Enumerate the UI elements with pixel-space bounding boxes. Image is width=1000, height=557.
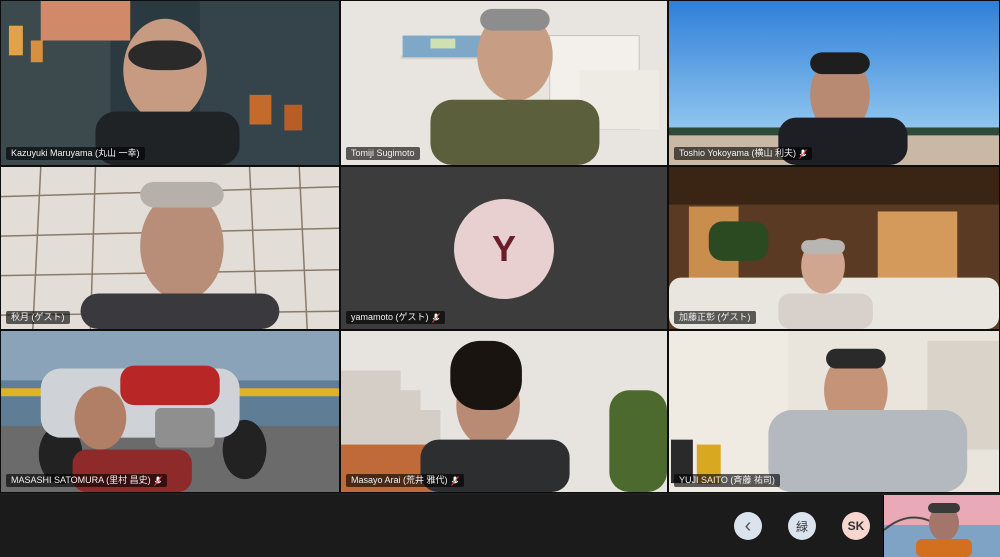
avatar-letter: Y: [491, 228, 516, 269]
participant-video: [669, 1, 999, 165]
back-button[interactable]: ‹: [734, 512, 762, 540]
participant-video: [1, 331, 339, 492]
avatar-initials: SK: [847, 519, 865, 533]
participant-name: Toshio Yokoyama (横山 利夫): [679, 148, 797, 158]
participant-tile[interactable]: YUJI SAITO (斉藤 祐司): [668, 330, 1000, 493]
participant-name: 加藤正彰 (ゲスト): [679, 312, 751, 322]
participant-video: [341, 331, 667, 492]
self-view-video[interactable]: [883, 495, 1000, 557]
participant-tile[interactable]: Kazuyuki Maruyama (丸山 一幸): [0, 0, 340, 166]
participant-avatar: Y: [454, 199, 554, 299]
participant-name: Kazuyuki Maruyama (丸山 一幸): [11, 148, 140, 158]
microphone-muted-icon: [431, 312, 440, 323]
participant-avatar-button[interactable]: SK: [842, 512, 870, 540]
microphone-muted-icon: [799, 148, 807, 159]
participant-name-tag: 加藤正彰 (ゲスト): [674, 311, 756, 324]
video-grid: Kazuyuki Maruyama (丸山 一幸) Tomiji Sugimot…: [0, 0, 1000, 495]
participant-name: 秋月 (ゲスト): [11, 312, 65, 322]
participant-video: [669, 331, 999, 492]
participant-name-tag: yamamoto (ゲスト): [346, 311, 445, 324]
microphone-muted-icon: [450, 475, 459, 486]
participant-name-tag: Masayo Arai (荒井 雅代): [346, 474, 464, 487]
participant-name: Tomiji Sugimoto: [351, 148, 415, 158]
participant-name: YUJI SAITO (斉藤 祐司): [679, 475, 775, 485]
self-view-image: [884, 495, 1000, 557]
participant-name: MASASHI SATOMURA (里村 昌史): [11, 475, 151, 485]
participant-video: [341, 1, 667, 165]
participant-tile[interactable]: Tomiji Sugimoto: [340, 0, 668, 166]
microphone-muted-icon: [153, 475, 162, 486]
participant-video: [1, 167, 339, 329]
chevron-left-icon: ‹: [744, 515, 752, 537]
participant-name: yamamoto (ゲスト): [351, 312, 429, 322]
participant-name: Masayo Arai (荒井 雅代): [351, 475, 448, 485]
participant-tile[interactable]: Masayo Arai (荒井 雅代): [340, 330, 668, 493]
participant-video: [1, 1, 339, 165]
participant-tile[interactable]: 秋月 (ゲスト): [0, 166, 340, 330]
participant-tile[interactable]: Toshio Yokoyama (横山 利夫): [668, 0, 1000, 166]
participant-tile[interactable]: 加藤正彰 (ゲスト): [668, 166, 1000, 330]
participant-name-tag: MASASHI SATOMURA (里村 昌史): [6, 474, 167, 487]
participant-name-tag: Toshio Yokoyama (横山 利夫): [674, 147, 813, 160]
participant-video: [669, 167, 999, 329]
participant-name-tag: Kazuyuki Maruyama (丸山 一幸): [6, 147, 145, 160]
participant-name-tag: YUJI SAITO (斉藤 祐司): [674, 474, 780, 487]
participant-name-tag: 秋月 (ゲスト): [6, 311, 70, 324]
participant-tile[interactable]: Y yamamoto (ゲスト): [340, 166, 668, 330]
participant-tile[interactable]: MASASHI SATOMURA (里村 昌史): [0, 330, 340, 493]
participant-avatar-button[interactable]: 緑: [788, 512, 816, 540]
avatar-initials: 緑: [795, 519, 808, 534]
participant-name-tag: Tomiji Sugimoto: [346, 147, 420, 160]
